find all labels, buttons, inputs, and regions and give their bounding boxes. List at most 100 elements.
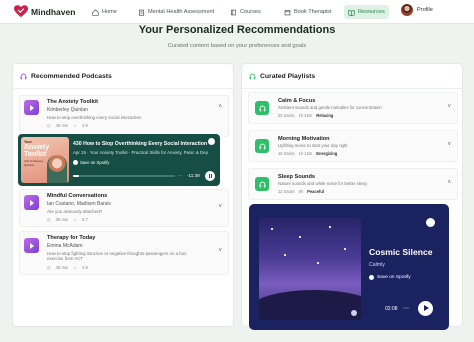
clock-icon: ◷ [47, 123, 51, 128]
nav-item-label: Mental Health Assessment [148, 9, 215, 15]
podcasts-panel: Recommended Podcasts The Anxiety Toolkit… [12, 63, 234, 327]
nav-item-label: Resources [358, 9, 385, 15]
star-icon: ☆ [73, 217, 77, 222]
play-icon [24, 100, 39, 115]
track-time: 02:08 [385, 306, 398, 312]
save-on-spotify-button[interactable]: Save on Spotify [73, 160, 109, 165]
plus-circle-icon [73, 160, 78, 165]
playlist-item-morning-motivation[interactable]: Morning Motivation Uplifting music to st… [248, 130, 458, 162]
podcast-description: Are you anxiously attached? [47, 209, 103, 214]
nav-item-home[interactable]: Home [88, 5, 121, 19]
podcast-rating: 4.9 [82, 123, 88, 128]
star-icon: ☆ [73, 123, 77, 128]
page-subtitle: Curated content based on your preference… [167, 43, 307, 49]
progress-fill [73, 175, 80, 177]
more-icon[interactable]: ⋯ [178, 173, 183, 179]
podcast-duration: 35 min [55, 217, 69, 222]
spotify-logo-icon[interactable] [426, 218, 435, 227]
page-title: Your Personalized Recommendations [138, 24, 336, 36]
playlist-meta: 12 tracks 8h Peaceful [278, 189, 324, 194]
track-title[interactable]: Cosmic Silence [369, 247, 433, 257]
pause-button[interactable] [205, 171, 215, 181]
book-icon [231, 9, 236, 15]
playlist-length: 8h [298, 189, 304, 194]
star-dot [271, 228, 273, 230]
playlist-tracks: 25 tracks [278, 113, 295, 118]
chevron-up-icon[interactable]: ˄ [447, 180, 451, 186]
save-on-spotify-button[interactable]: Save on Spotify [369, 275, 411, 280]
playlist-description: Uplifting music to start your day right [278, 143, 348, 148]
star-dot [344, 248, 346, 250]
divider [242, 88, 462, 89]
play-icon [24, 238, 39, 253]
episode-title[interactable]: 430 How to Stop Overthinking Every Socia… [73, 141, 207, 147]
home-icon [92, 8, 99, 16]
nav-item-label: Courses [240, 9, 261, 15]
save-label: Save on Spotify [80, 160, 110, 165]
chevron-down-icon[interactable]: ˅ [447, 104, 451, 110]
nav-item-book-therapist[interactable]: Book Therapist [280, 5, 336, 19]
playlist-tracks: 12 tracks [278, 189, 295, 194]
podcast-name: The Anxiety Toolkit [47, 99, 98, 105]
podcast-meta: ◷ 40 min ☆ 4.9 [47, 265, 88, 270]
chevron-up-icon[interactable]: ˄ [218, 104, 222, 110]
clock-icon: ◷ [47, 265, 51, 270]
chevron-down-icon[interactable]: ˅ [218, 204, 222, 210]
divider [13, 88, 233, 89]
podcast-item-mindful-conversations[interactable]: Mindful Conversations Ian Castano, Madis… [19, 189, 229, 227]
podcast-duration: 45 min [55, 123, 69, 128]
playlist-length: 1h 45m [298, 113, 313, 118]
playlist-meta: 25 tracks 1h 45m Relaxing [278, 113, 333, 118]
chevron-down-icon[interactable]: ˅ [447, 142, 451, 148]
headphones-icon [255, 101, 269, 115]
episode-cover-image: Your Anxiety Toolkit with Kimberley Quin… [21, 137, 69, 183]
spotify-playlist-embed[interactable]: Cosmic Silence Calmly Save on Spotify 02… [249, 204, 449, 330]
playlist-tag: Energizing [316, 151, 338, 156]
save-label: Save on Spotify [377, 275, 411, 280]
chevron-down-icon[interactable]: ˅ [218, 248, 222, 254]
playlist-description: Ambient sounds and gentle melodies for c… [278, 105, 382, 110]
track-artist[interactable]: Calmly [369, 262, 385, 268]
podcast-item-therapy-for-today[interactable]: Therapy for Today Emma McAdam How to sto… [19, 231, 229, 275]
nav-item-courses[interactable]: Courses [226, 5, 265, 19]
headphones-icon [255, 177, 269, 191]
playlist-item-sleep-sounds[interactable]: Sleep Sounds Nature sounds and white noi… [248, 168, 458, 200]
playlist-meta: 18 tracks 1h 15m Energizing [278, 151, 337, 156]
podcast-item-anxiety-toolkit[interactable]: The Anxiety Toolkit Kimberley Quinlan Ho… [19, 95, 229, 137]
cover-text-title: Anxiety Toolkit [24, 144, 50, 158]
brand-logo[interactable]: Mindhaven [14, 5, 75, 18]
playlist-tag: Relaxing [316, 113, 334, 118]
podcast-description: How to stop overthinking every social in… [47, 115, 141, 120]
podcast-host: Emma McAdam [47, 243, 83, 249]
profile-label: Profile [417, 7, 433, 13]
playlist-item-calm-focus[interactable]: Calm & Focus Ambient sounds and gentle m… [248, 92, 458, 124]
playlists-title: Curated Playlists [260, 73, 316, 80]
headphones-icon [20, 73, 27, 80]
book-open-icon [348, 9, 355, 16]
playlist-tracks: 18 tracks [278, 151, 295, 156]
brand-name: Mindhaven [31, 6, 76, 17]
playlist-length: 1h 15m [298, 151, 313, 156]
podcast-duration: 40 min [55, 265, 69, 270]
hill-silhouette [259, 290, 361, 320]
podcasts-heading: Recommended Podcasts [20, 73, 112, 80]
spotify-podcast-embed[interactable]: Your Anxiety Toolkit with Kimberley Quin… [18, 134, 220, 186]
nav-item-resources[interactable]: Resources [344, 5, 389, 19]
spotify-logo-icon[interactable] [208, 138, 215, 145]
time-remaining: -11:39 [187, 173, 200, 178]
clock-icon: ◷ [47, 217, 51, 222]
avatar [401, 4, 413, 16]
heart-logo-icon [14, 5, 28, 18]
profile-menu[interactable]: Profile [401, 4, 433, 16]
nav-item-assessment[interactable]: Mental Health Assessment [134, 5, 218, 19]
podcasts-title: Recommended Podcasts [31, 73, 112, 80]
podcast-host: Kimberley Quinlan [47, 107, 88, 113]
episode-subtitle: Apr 15 · Your Anxiety Toolkit - Practica… [73, 150, 209, 155]
more-icon[interactable]: ⋯ [403, 305, 409, 312]
playlist-cover-image [259, 218, 361, 320]
progress-bar[interactable] [73, 175, 175, 177]
spotify-logo-icon [351, 310, 357, 316]
play-button[interactable] [418, 301, 433, 316]
clipboard-icon [139, 9, 144, 16]
star-dot [299, 236, 301, 238]
